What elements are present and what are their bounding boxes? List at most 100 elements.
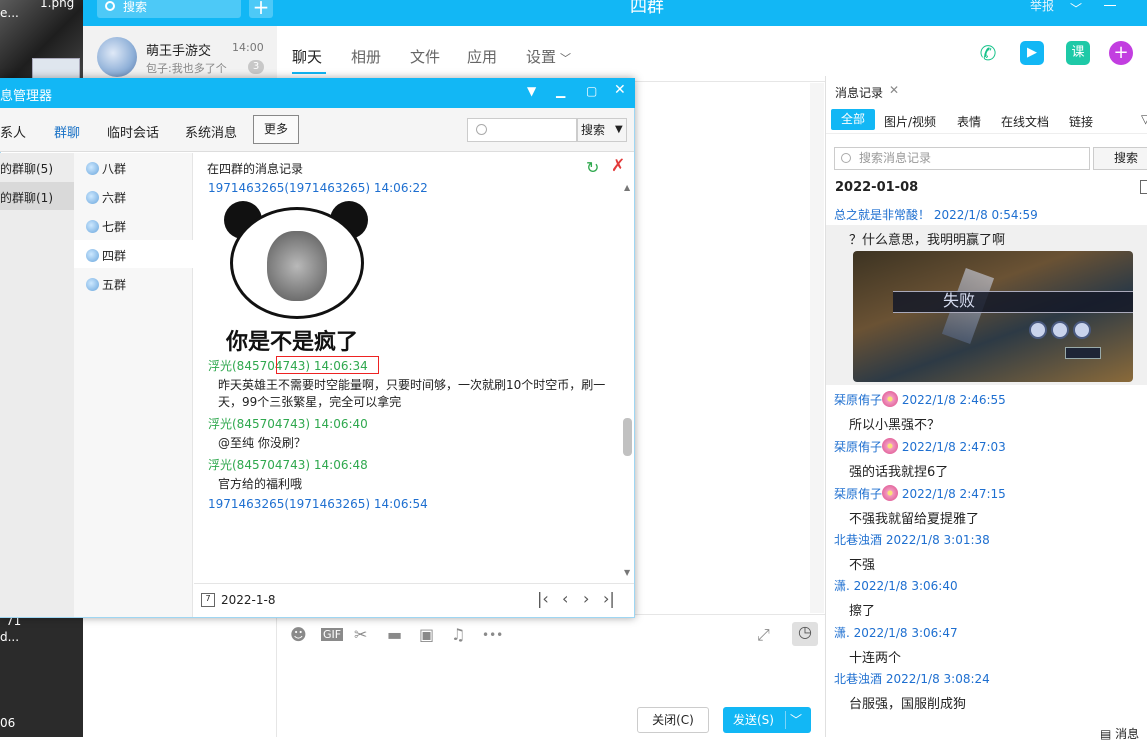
- scroll-up-icon[interactable]: ▲: [624, 183, 630, 192]
- message-header: 潇. 2022/1/8 3:06:40: [834, 579, 958, 593]
- send-label: 发送(S): [733, 713, 774, 727]
- chevron-down-icon[interactable]: ﹀: [1070, 0, 1082, 17]
- group-item[interactable]: 五群: [86, 276, 126, 293]
- group-icon: [86, 191, 99, 204]
- history-tab-all[interactable]: 全部: [831, 109, 875, 130]
- tab-chat[interactable]: 聊天: [292, 46, 322, 67]
- flower-icon: [882, 485, 899, 501]
- send-button[interactable]: 发送(S) ﹀: [723, 707, 811, 733]
- prev-page-icon[interactable]: ‹: [562, 589, 568, 608]
- history-footer-label: 消息: [1115, 727, 1140, 741]
- maximize-icon[interactable]: ▢: [586, 84, 597, 98]
- refresh-icon[interactable]: ↻: [586, 158, 599, 177]
- next-page-icon[interactable]: ›: [583, 589, 589, 608]
- game-screenshot-image[interactable]: 失败: [853, 251, 1133, 382]
- tab-files[interactable]: 文件: [410, 46, 440, 67]
- chevron-down-icon: ▼: [615, 124, 623, 135]
- delete-icon[interactable]: ✗: [611, 156, 625, 176]
- tab-apps[interactable]: 应用: [467, 46, 497, 67]
- history-tab-docs[interactable]: 在线文档: [1001, 113, 1049, 130]
- tab-settings[interactable]: 设置 ﹀: [526, 46, 571, 67]
- add-button[interactable]: +: [249, 0, 273, 18]
- record-body: 昨天英雄王不需要时空能量啊，只要时间够，一次就刷10个时空币，刷一天，99个三张…: [218, 378, 606, 409]
- dialog-title: 息管理器: [0, 89, 53, 104]
- records-heading: 在四群的消息记录: [207, 162, 304, 176]
- dialog-scrollbar-thumb[interactable]: [623, 418, 632, 456]
- minimize-icon[interactable]: ▁: [556, 84, 565, 98]
- history-tab-media[interactable]: 图片/视频: [884, 113, 936, 130]
- message-time: 2022/1/8 2:46:55: [901, 393, 1006, 407]
- first-page-icon[interactable]: |‹: [537, 589, 549, 608]
- folder-icon[interactable]: ▬: [387, 625, 402, 644]
- scissors-icon[interactable]: ✂: [354, 625, 367, 644]
- clock-icon[interactable]: ◷: [792, 622, 818, 646]
- avatar[interactable]: [97, 37, 137, 77]
- group-icon: [86, 278, 99, 291]
- close-icon[interactable]: ✕: [889, 83, 899, 97]
- dropdown-icon[interactable]: ▼: [527, 84, 536, 98]
- desktop-window-thumbnail: [32, 58, 80, 80]
- expand-icon[interactable]: ⤢: [757, 625, 770, 645]
- filter-icon[interactable]: ▽: [1141, 112, 1147, 126]
- message-body: 十连两个: [849, 651, 902, 666]
- group-item[interactable]: 四群: [86, 247, 126, 264]
- panda-face: [267, 231, 327, 301]
- search-placeholder: 搜索: [123, 0, 148, 14]
- nav-system-messages[interactable]: 系统消息: [185, 122, 237, 141]
- history-search-button[interactable]: 搜索: [1093, 147, 1147, 170]
- category-item[interactable]: 的群聊(5): [0, 160, 53, 177]
- group-item[interactable]: 七群: [86, 218, 126, 235]
- chat-scrollbar[interactable]: [810, 83, 824, 613]
- bell-off-icon[interactable]: ♫: [451, 625, 465, 644]
- category-item[interactable]: 的群聊(1): [0, 189, 53, 206]
- game-image-confirm: [1065, 347, 1101, 359]
- calendar-icon[interactable]: 7: [201, 593, 215, 607]
- phone-icon[interactable]: ✆: [976, 41, 1000, 65]
- message-body: 擦了: [849, 604, 876, 619]
- group-item[interactable]: 六群: [86, 189, 126, 206]
- video-icon[interactable]: ▶: [1020, 41, 1044, 65]
- message-time: 2022/1/8 2:47:03: [901, 440, 1006, 454]
- record-body: 官方给的福利哦: [218, 477, 303, 491]
- last-page-icon[interactable]: ›|: [603, 589, 615, 608]
- history-tab-stickers[interactable]: 表情: [957, 113, 981, 130]
- group-icon: [86, 162, 99, 175]
- image-icon[interactable]: ▣: [419, 625, 434, 644]
- course-icon[interactable]: 课: [1066, 41, 1090, 65]
- group-item[interactable]: 八群: [86, 160, 126, 177]
- record-header: 浮光(845704743) 14:06:48: [208, 458, 368, 472]
- meme-image[interactable]: 你是不是疯了: [222, 201, 372, 355]
- flower-icon: [882, 438, 899, 454]
- gif-icon[interactable]: GIF: [321, 628, 344, 641]
- sender-name: 栞原侑子: [834, 440, 883, 454]
- tab-album[interactable]: 相册: [351, 46, 381, 67]
- history-footer[interactable]: ▤ 消息: [1100, 725, 1139, 742]
- message-header: 总之就是非常酸！ 2022/1/8 0:54:59: [834, 208, 1038, 222]
- calendar-icon[interactable]: [1140, 180, 1147, 194]
- history-search-input[interactable]: 搜索消息记录: [834, 147, 1090, 170]
- history-tab-links[interactable]: 链接: [1069, 113, 1093, 130]
- close-button[interactable]: 关闭(C): [637, 707, 709, 733]
- history-date: 2022-01-08: [835, 180, 919, 195]
- chevron-down-icon: ﹀: [560, 52, 572, 65]
- plus-icon[interactable]: +: [1109, 41, 1133, 65]
- nav-contacts[interactable]: 系人: [0, 122, 26, 141]
- nav-more-button[interactable]: 更多: [253, 115, 299, 144]
- minimize-icon[interactable]: [1104, 5, 1116, 6]
- report-button[interactable]: 举报: [1030, 0, 1054, 12]
- desktop-label: d...: [0, 630, 20, 644]
- contact-search-input[interactable]: 搜索: [97, 0, 241, 18]
- scroll-down-icon[interactable]: ▼: [624, 568, 630, 577]
- conversation-name: 萌王手游交: [146, 44, 212, 59]
- more-icon[interactable]: •••: [482, 628, 503, 642]
- dialog-search-input[interactable]: [467, 118, 577, 142]
- message-body: ？什么意思，我明明赢了啊: [849, 233, 1006, 248]
- nav-group-chat[interactable]: 群聊: [54, 122, 80, 141]
- desktop-label: 06: [0, 716, 16, 730]
- nav-temp-chat[interactable]: 临时会话: [107, 122, 159, 141]
- chevron-down-icon[interactable]: ﹀: [790, 707, 802, 733]
- dialog-search-button[interactable]: 搜索 ▼: [577, 118, 627, 142]
- close-icon[interactable]: ✕: [614, 82, 626, 98]
- emoji-icon[interactable]: ☻: [290, 625, 307, 644]
- message-body: 所以小黑强不？: [849, 418, 941, 433]
